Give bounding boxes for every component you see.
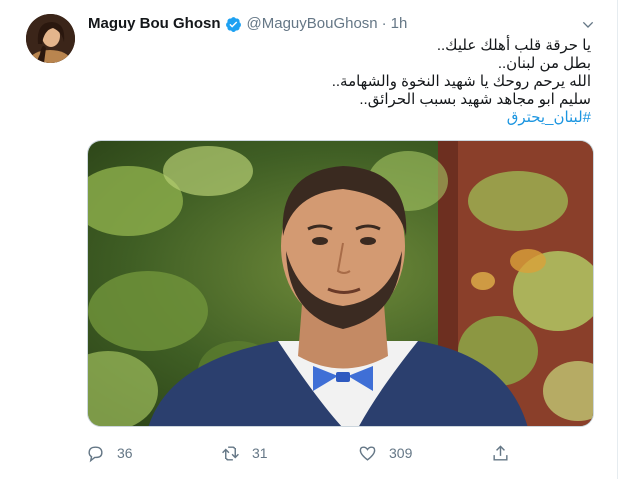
header-separator: · (381, 15, 387, 32)
tweet-text: يا حرقة قلب أهلك عليك.. بطل من لبنان.. ا… (87, 37, 591, 127)
reply-button[interactable]: 36 (86, 442, 133, 464)
tweet-text-line-1: يا حرقة قلب أهلك عليك.. (436, 37, 591, 54)
portrait-photo (88, 141, 593, 426)
share-icon (493, 444, 508, 461)
chevron-down-icon[interactable] (580, 17, 596, 33)
tweet-card[interactable]: Maguy Bou Ghosn @MaguyBouGhosn · 1h يا ح… (0, 0, 618, 479)
tweet-text-line-2: بطل من لبنان.. (497, 55, 591, 72)
author-display-name[interactable]: Maguy Bou Ghosn (88, 14, 221, 34)
tweet-header: Maguy Bou Ghosn @MaguyBouGhosn · 1h (88, 14, 407, 34)
retweet-count: 31 (252, 445, 268, 461)
verified-badge-icon (225, 16, 241, 32)
author-handle[interactable]: @MaguyBouGhosn (247, 14, 378, 34)
share-button[interactable] (491, 442, 510, 464)
like-count: 309 (389, 445, 413, 461)
reply-count: 36 (117, 445, 133, 461)
retweet-icon (222, 445, 239, 461)
tweet-text-line-3: الله يرحم روحك يا شهيد النخوة والشهامة.. (331, 73, 591, 90)
hashtag-link[interactable]: #لبنان_يحترق (87, 109, 591, 127)
tweet-photo[interactable] (87, 140, 594, 427)
reply-icon (88, 445, 103, 462)
author-avatar[interactable] (26, 14, 75, 63)
heart-icon (359, 445, 376, 461)
tweet-text-line-4: سليم ابو مجاهد شهيد بسبب الحرائق.. (359, 91, 591, 108)
retweet-button[interactable]: 31 (221, 442, 268, 464)
tweet-timestamp[interactable]: 1h (391, 14, 408, 34)
like-button[interactable]: 309 (358, 442, 412, 464)
tweet-actions: 36 31 309 (86, 442, 516, 464)
